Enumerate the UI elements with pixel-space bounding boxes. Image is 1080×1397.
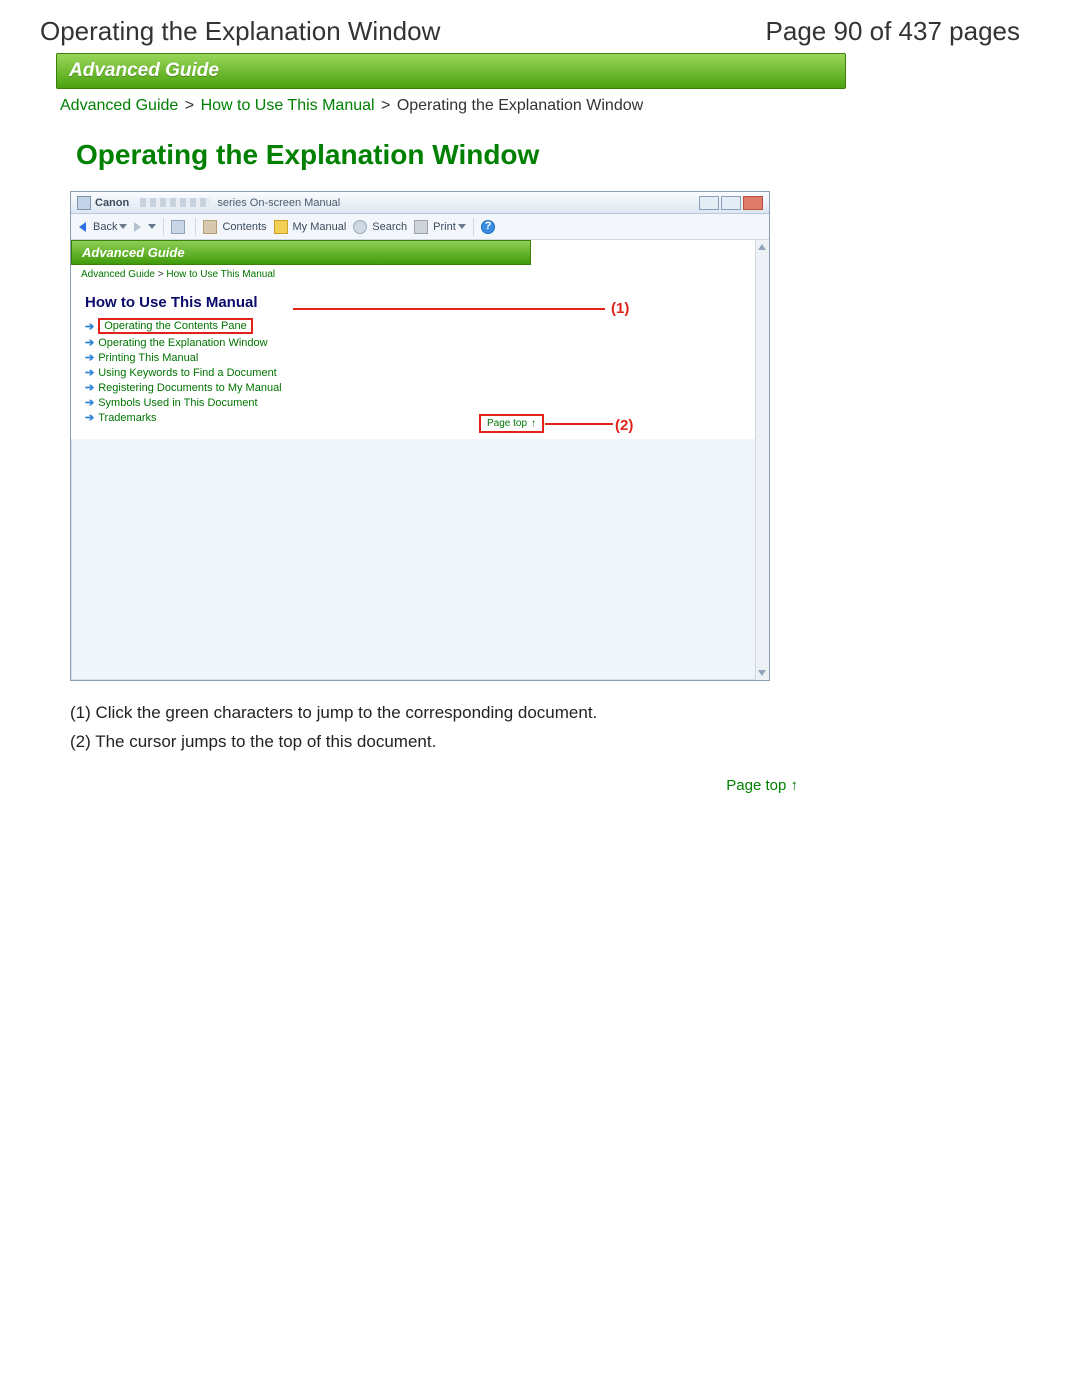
explanation-pane: Advanced Guide Advanced Guide > How to U… xyxy=(71,240,755,439)
topic-link[interactable]: Printing This Manual xyxy=(98,352,198,364)
topic-link[interactable]: Using Keywords to Find a Document xyxy=(98,367,277,379)
page-top-label: Page top xyxy=(487,418,527,429)
inner-breadcrumb-l1[interactable]: Advanced Guide xyxy=(81,269,155,280)
window-title-suffix: series On-screen Manual xyxy=(217,197,340,209)
list-item[interactable]: ➔ Operating the Contents Pane xyxy=(85,317,755,335)
search-icon xyxy=(353,220,367,234)
page-indicator: Page 90 of 437 pages xyxy=(766,16,1020,47)
toolbar-separator xyxy=(473,218,474,236)
main-heading: Operating the Explanation Window xyxy=(76,139,846,171)
redacted-text xyxy=(140,198,210,207)
back-label: Back xyxy=(93,221,117,233)
up-arrow-icon: ↑ xyxy=(531,418,536,429)
inner-breadcrumb-sep: > xyxy=(158,269,164,280)
topic-link[interactable]: Operating the Explanation Window xyxy=(98,337,267,349)
app-icon xyxy=(77,196,91,210)
topic-link[interactable]: Symbols Used in This Document xyxy=(98,397,257,409)
print-label: Print xyxy=(433,221,456,233)
callout-2: (2) xyxy=(615,417,633,434)
forward-arrow-icon[interactable] xyxy=(134,222,141,232)
breadcrumb-separator: > xyxy=(185,97,194,114)
home-icon[interactable] xyxy=(171,220,185,234)
note-2: (2) The cursor jumps to the top of this … xyxy=(70,728,846,757)
callout-1: (1) xyxy=(611,300,629,317)
minimize-button[interactable] xyxy=(699,196,719,210)
contents-label: Contents xyxy=(222,221,266,233)
print-icon xyxy=(414,220,428,234)
window-title: Canon series On-screen Manual xyxy=(95,197,340,209)
print-button[interactable]: Print xyxy=(414,220,466,234)
back-button[interactable]: Back xyxy=(93,221,127,233)
arrow-icon: ➔ xyxy=(85,366,94,379)
chevron-down-icon xyxy=(119,224,127,229)
window-titlebar: Canon series On-screen Manual xyxy=(71,192,769,214)
topic-link[interactable]: Registering Documents to My Manual xyxy=(98,382,281,394)
inner-breadcrumb: Advanced Guide > How to Use This Manual xyxy=(71,265,755,286)
toolbar-separator xyxy=(195,218,196,236)
topic-link[interactable]: Trademarks xyxy=(98,412,156,424)
callout-line-2 xyxy=(545,423,613,425)
page-header: Operating the Explanation Window Page 90… xyxy=(40,16,1020,47)
page-top-link[interactable]: Page top ↑ xyxy=(56,777,798,794)
advanced-guide-banner: Advanced Guide xyxy=(56,53,846,89)
breadcrumb-link-advanced-guide[interactable]: Advanced Guide xyxy=(60,97,178,114)
brand-text: Canon xyxy=(95,197,129,209)
topic-link-list: ➔ Operating the Contents Pane ➔ Operatin… xyxy=(85,317,755,425)
breadcrumb: Advanced Guide > How to Use This Manual … xyxy=(56,93,846,125)
callout-line-1 xyxy=(293,308,605,310)
scroll-up-icon[interactable] xyxy=(758,244,766,250)
help-icon[interactable] xyxy=(481,220,495,234)
list-item[interactable]: ➔ Using Keywords to Find a Document xyxy=(85,365,755,380)
explanation-window-screenshot: Canon series On-screen Manual Back xyxy=(70,191,770,681)
breadcrumb-current: Operating the Explanation Window xyxy=(397,97,643,114)
chevron-down-icon xyxy=(458,224,466,229)
breadcrumb-link-how-to-use[interactable]: How to Use This Manual xyxy=(201,97,375,114)
inner-advanced-guide-banner: Advanced Guide xyxy=(71,240,531,265)
star-icon xyxy=(274,220,288,234)
list-item[interactable]: ➔ Registering Documents to My Manual xyxy=(85,380,755,395)
arrow-icon: ➔ xyxy=(85,351,94,364)
mymanual-label: My Manual xyxy=(293,221,347,233)
arrow-icon: ➔ xyxy=(85,396,94,409)
back-arrow-icon[interactable] xyxy=(79,222,86,232)
maximize-button[interactable] xyxy=(721,196,741,210)
page-top-button[interactable]: Page top ↑ xyxy=(479,414,544,433)
contents-icon xyxy=(203,220,217,234)
list-item[interactable]: ➔ Trademarks xyxy=(85,410,755,425)
chevron-down-icon xyxy=(148,224,156,229)
toolbar-separator xyxy=(163,218,164,236)
list-item[interactable]: ➔ Operating the Explanation Window xyxy=(85,335,755,350)
breadcrumb-separator: > xyxy=(381,97,390,114)
page-top-link-label: Page top xyxy=(726,777,786,794)
topic-link-operating-contents-pane[interactable]: Operating the Contents Pane xyxy=(98,318,252,334)
scroll-down-icon[interactable] xyxy=(758,670,766,676)
window-toolbar: Back Contents My Manual Sea xyxy=(71,214,769,240)
arrow-icon: ➔ xyxy=(85,336,94,349)
inner-breadcrumb-l2[interactable]: How to Use This Manual xyxy=(166,269,275,280)
arrow-icon: ➔ xyxy=(85,320,94,333)
list-item[interactable]: ➔ Printing This Manual xyxy=(85,350,755,365)
arrow-icon: ➔ xyxy=(85,381,94,394)
vertical-scrollbar[interactable] xyxy=(755,240,769,680)
close-button[interactable] xyxy=(743,196,763,210)
note-1: (1) Click the green characters to jump t… xyxy=(70,699,846,728)
list-item[interactable]: ➔ Symbols Used in This Document xyxy=(85,395,755,410)
contents-button[interactable]: Contents xyxy=(203,220,266,234)
search-button[interactable]: Search xyxy=(353,220,407,234)
arrow-icon: ➔ xyxy=(85,411,94,424)
up-arrow-icon: ↑ xyxy=(791,777,799,794)
mymanual-button[interactable]: My Manual xyxy=(274,220,347,234)
page-title: Operating the Explanation Window xyxy=(40,16,440,47)
explanation-notes: (1) Click the green characters to jump t… xyxy=(70,699,846,757)
search-label: Search xyxy=(372,221,407,233)
